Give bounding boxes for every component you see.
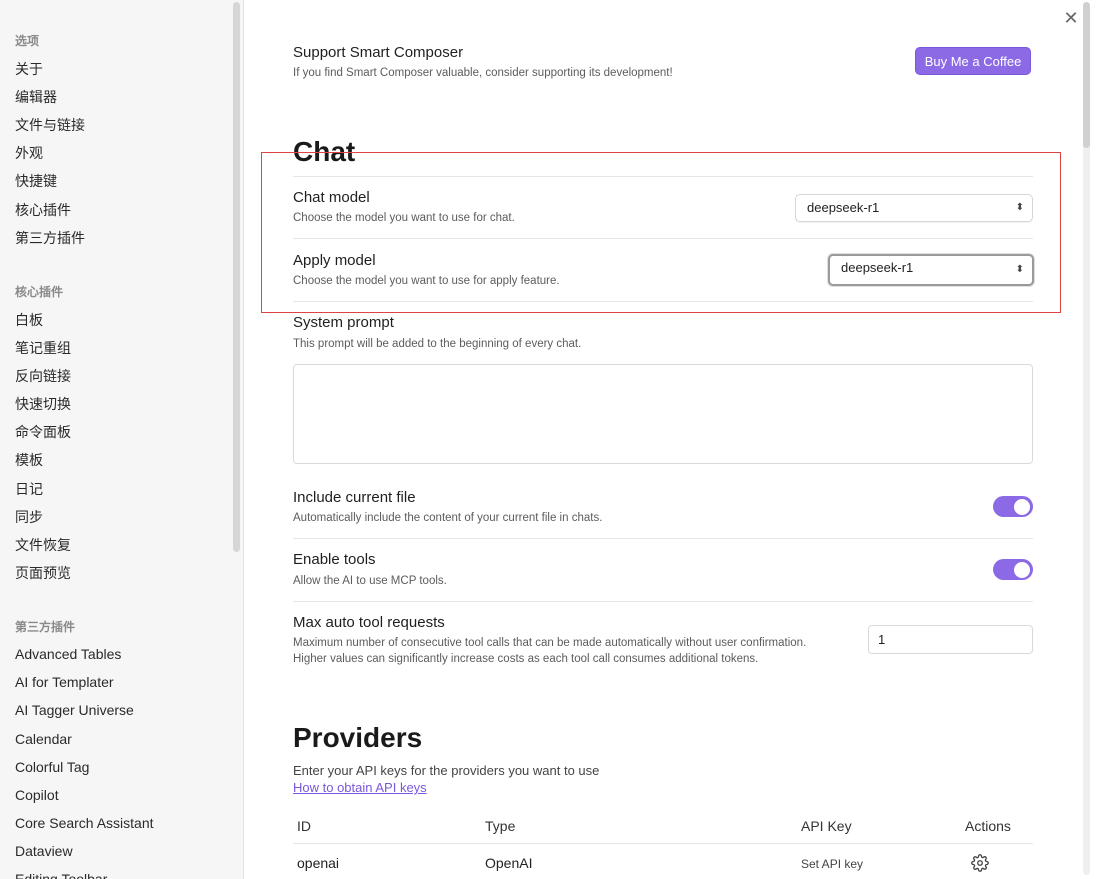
enable-tools-toggle[interactable] [993,559,1033,580]
sidebar-item-canvas[interactable]: 白板 [15,310,43,330]
sidebar-item-command-palette[interactable]: 命令面板 [15,422,71,442]
gear-icon[interactable] [971,854,989,872]
divider [293,601,1033,602]
sidebar-heading-options: 选项 [15,34,40,48]
sidebar-item-community-plugins[interactable]: 第三方插件 [15,228,85,248]
system-prompt-textarea[interactable] [293,364,1033,464]
table-divider [293,843,1033,844]
sidebar-heading-core-plugins: 核心插件 [15,285,64,299]
sidebar-item-colorful-tag[interactable]: Colorful Tag [15,759,89,775]
api-keys-link[interactable]: How to obtain API keys [293,780,427,795]
sidebar-item-page-preview[interactable]: 页面预览 [15,563,71,583]
apply-model-title: Apply model [293,252,376,269]
sidebar-scrollbar[interactable] [233,2,240,552]
provider-type: OpenAI [485,855,533,871]
sidebar-item-quick-switcher[interactable]: 快速切换 [15,394,71,414]
sidebar-item-dataview[interactable]: Dataview [15,843,73,859]
chat-model-select[interactable]: deepseek-r1 ⬍ [795,194,1033,222]
enable-tools-title: Enable tools [293,551,376,568]
sidebar-item-note-composer[interactable]: 笔记重组 [15,338,71,358]
sidebar-item-copilot[interactable]: Copilot [15,787,59,803]
providers-desc: Enter your API keys for the providers yo… [293,763,600,778]
settings-content: ✕ Support Smart Composer If you find Sma… [245,0,1098,879]
content-scrollbar-thumb[interactable] [1083,2,1090,148]
sidebar-item-calendar[interactable]: Calendar [15,731,72,747]
system-prompt-title: System prompt [293,314,394,331]
chevron-updown-icon: ⬍ [1015,202,1024,213]
sidebar-item-hotkeys[interactable]: 快捷键 [15,171,57,191]
set-api-key-button[interactable]: Set API key [801,857,863,871]
sidebar-item-about[interactable]: 关于 [15,59,43,79]
sidebar-item-backlinks[interactable]: 反向链接 [15,366,71,386]
column-header-type: Type [485,818,516,834]
chat-heading: Chat [293,136,356,167]
sidebar-item-file-recovery[interactable]: 文件恢复 [15,535,71,555]
sidebar-item-core-search-assistant[interactable]: Core Search Assistant [15,815,154,831]
support-title: Support Smart Composer [293,44,464,61]
apply-model-select[interactable]: deepseek-r1 ⬍ [828,254,1034,286]
max-tool-title: Max auto tool requests [293,614,445,631]
sidebar-item-core-plugins[interactable]: 核心插件 [15,200,71,220]
include-file-toggle[interactable] [993,496,1033,517]
column-header-actions: Actions [965,818,1011,834]
toggle-knob [1014,561,1030,578]
chevron-updown-icon: ⬍ [1015,264,1024,275]
apply-model-desc: Choose the model you want to use for app… [293,275,560,287]
sidebar-item-appearance[interactable]: 外观 [15,143,43,163]
sidebar-item-templates[interactable]: 模板 [15,450,43,470]
include-file-title: Include current file [293,489,416,506]
sidebar-item-editing-toolbar[interactable]: Editing Toolbar [15,871,107,879]
column-header-id: ID [297,818,311,834]
sidebar-heading-community-plugins: 第三方插件 [15,620,76,634]
max-tool-desc-line2: Higher values can significantly increase… [293,653,759,665]
toggle-knob [1014,498,1030,515]
chat-model-title: Chat model [293,189,370,206]
system-prompt-desc: This prompt will be added to the beginni… [293,338,582,350]
chat-model-desc: Choose the model you want to use for cha… [293,212,515,224]
sidebar-item-ai-tagger-universe[interactable]: AI Tagger Universe [15,702,134,718]
max-tool-requests-input[interactable]: 1 [868,625,1033,654]
divider [293,538,1033,539]
provider-id: openai [297,855,340,871]
include-file-desc: Automatically include the content of you… [293,512,603,524]
divider [293,238,1033,239]
sidebar-item-ai-for-templater[interactable]: AI for Templater [15,674,114,690]
settings-sidebar: 选项 关于 编辑器 文件与链接 外观 快捷键 核心插件 第三方插件 核心插件 白… [0,0,244,879]
sidebar-item-daily-notes[interactable]: 日记 [15,479,43,499]
sidebar-item-sync[interactable]: 同步 [15,507,43,527]
divider [293,176,1033,177]
sidebar-item-editor[interactable]: 编辑器 [15,87,57,107]
column-header-api-key: API Key [801,818,852,834]
enable-tools-desc: Allow the AI to use MCP tools. [293,575,447,587]
sidebar-item-files-links[interactable]: 文件与链接 [15,115,85,135]
providers-heading: Providers [293,722,423,753]
chat-model-value: deepseek-r1 [807,200,880,215]
buy-me-a-coffee-button[interactable]: Buy Me a Coffee [915,47,1031,75]
support-desc: If you find Smart Composer valuable, con… [293,67,673,79]
max-tool-desc-line1: Maximum number of consecutive tool calls… [293,637,807,649]
close-icon[interactable]: ✕ [1061,8,1081,28]
apply-model-value: deepseek-r1 [841,260,914,275]
sidebar-item-advanced-tables[interactable]: Advanced Tables [15,646,121,662]
divider [293,301,1033,302]
